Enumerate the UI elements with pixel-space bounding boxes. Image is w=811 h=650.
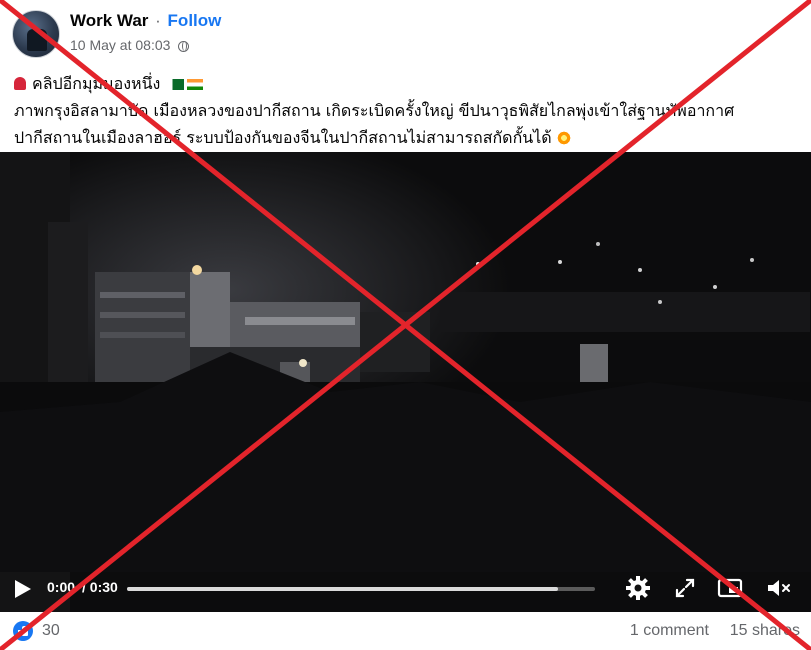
video-frame: [0, 152, 811, 612]
author-line: Work War · Follow: [70, 11, 221, 31]
current-time: 0:00: [47, 579, 76, 595]
post-text-line-1: คลิปอีกมุมมองหนึ่ง: [14, 70, 804, 97]
collision-icon: [555, 130, 572, 146]
post-text: คลิปอีกมุมมองหนึ่ง ภาพกรุงอิสลามาบัด เมื…: [14, 70, 804, 151]
share-count[interactable]: 15 shares: [730, 622, 800, 640]
separator-dot: ·: [155, 11, 161, 30]
follow-button[interactable]: Follow: [168, 11, 222, 30]
fullscreen-icon[interactable]: [671, 574, 699, 602]
progress-bar[interactable]: [127, 587, 595, 591]
post-text-line-3: ปากีสถานในเมืองลาฮอร์ ระบบป้องกันของจีนใ…: [14, 124, 804, 151]
post-timestamp[interactable]: 10 May at 08:03: [70, 37, 170, 53]
duration: / 0:30: [82, 579, 118, 595]
picture-in-picture-icon[interactable]: [716, 574, 744, 602]
author-avatar[interactable]: [12, 10, 60, 58]
post-footer: 30 1 comment 15 shares: [0, 612, 811, 650]
comment-count[interactable]: 1 comment: [630, 622, 709, 640]
post-text-line-2: ภาพกรุงอิสลามาบัด เมืองหลวงของปากีสถาน เ…: [14, 101, 735, 120]
post-text-line-1-content: คลิปอีกมุมมองหนึ่ง: [32, 74, 161, 93]
volume-icon[interactable]: [764, 574, 792, 602]
pakistan-flag-icon: [168, 79, 185, 90]
globe-icon: [178, 41, 190, 52]
progress-buffered: [127, 587, 558, 591]
post-meta: 10 May at 08:03: [70, 37, 190, 53]
play-icon[interactable]: [15, 580, 31, 598]
author-name[interactable]: Work War: [70, 11, 148, 30]
india-flag-icon: [187, 79, 204, 90]
video-player[interactable]: 0:00 / 0:30: [0, 152, 811, 612]
like-icon[interactable]: [13, 621, 33, 641]
reaction-count[interactable]: 30: [42, 622, 60, 640]
siren-icon: [14, 77, 26, 90]
post-text-line-3-content: ปากีสถานในเมืองลาฮอร์ ระบบป้องกันของจีนใ…: [14, 128, 552, 147]
settings-icon[interactable]: [624, 574, 652, 602]
post-header: Work War · Follow 10 May at 08:03: [0, 0, 811, 62]
video-controls: 0:00 / 0:30: [0, 570, 811, 610]
avatar-figure: [27, 29, 47, 51]
